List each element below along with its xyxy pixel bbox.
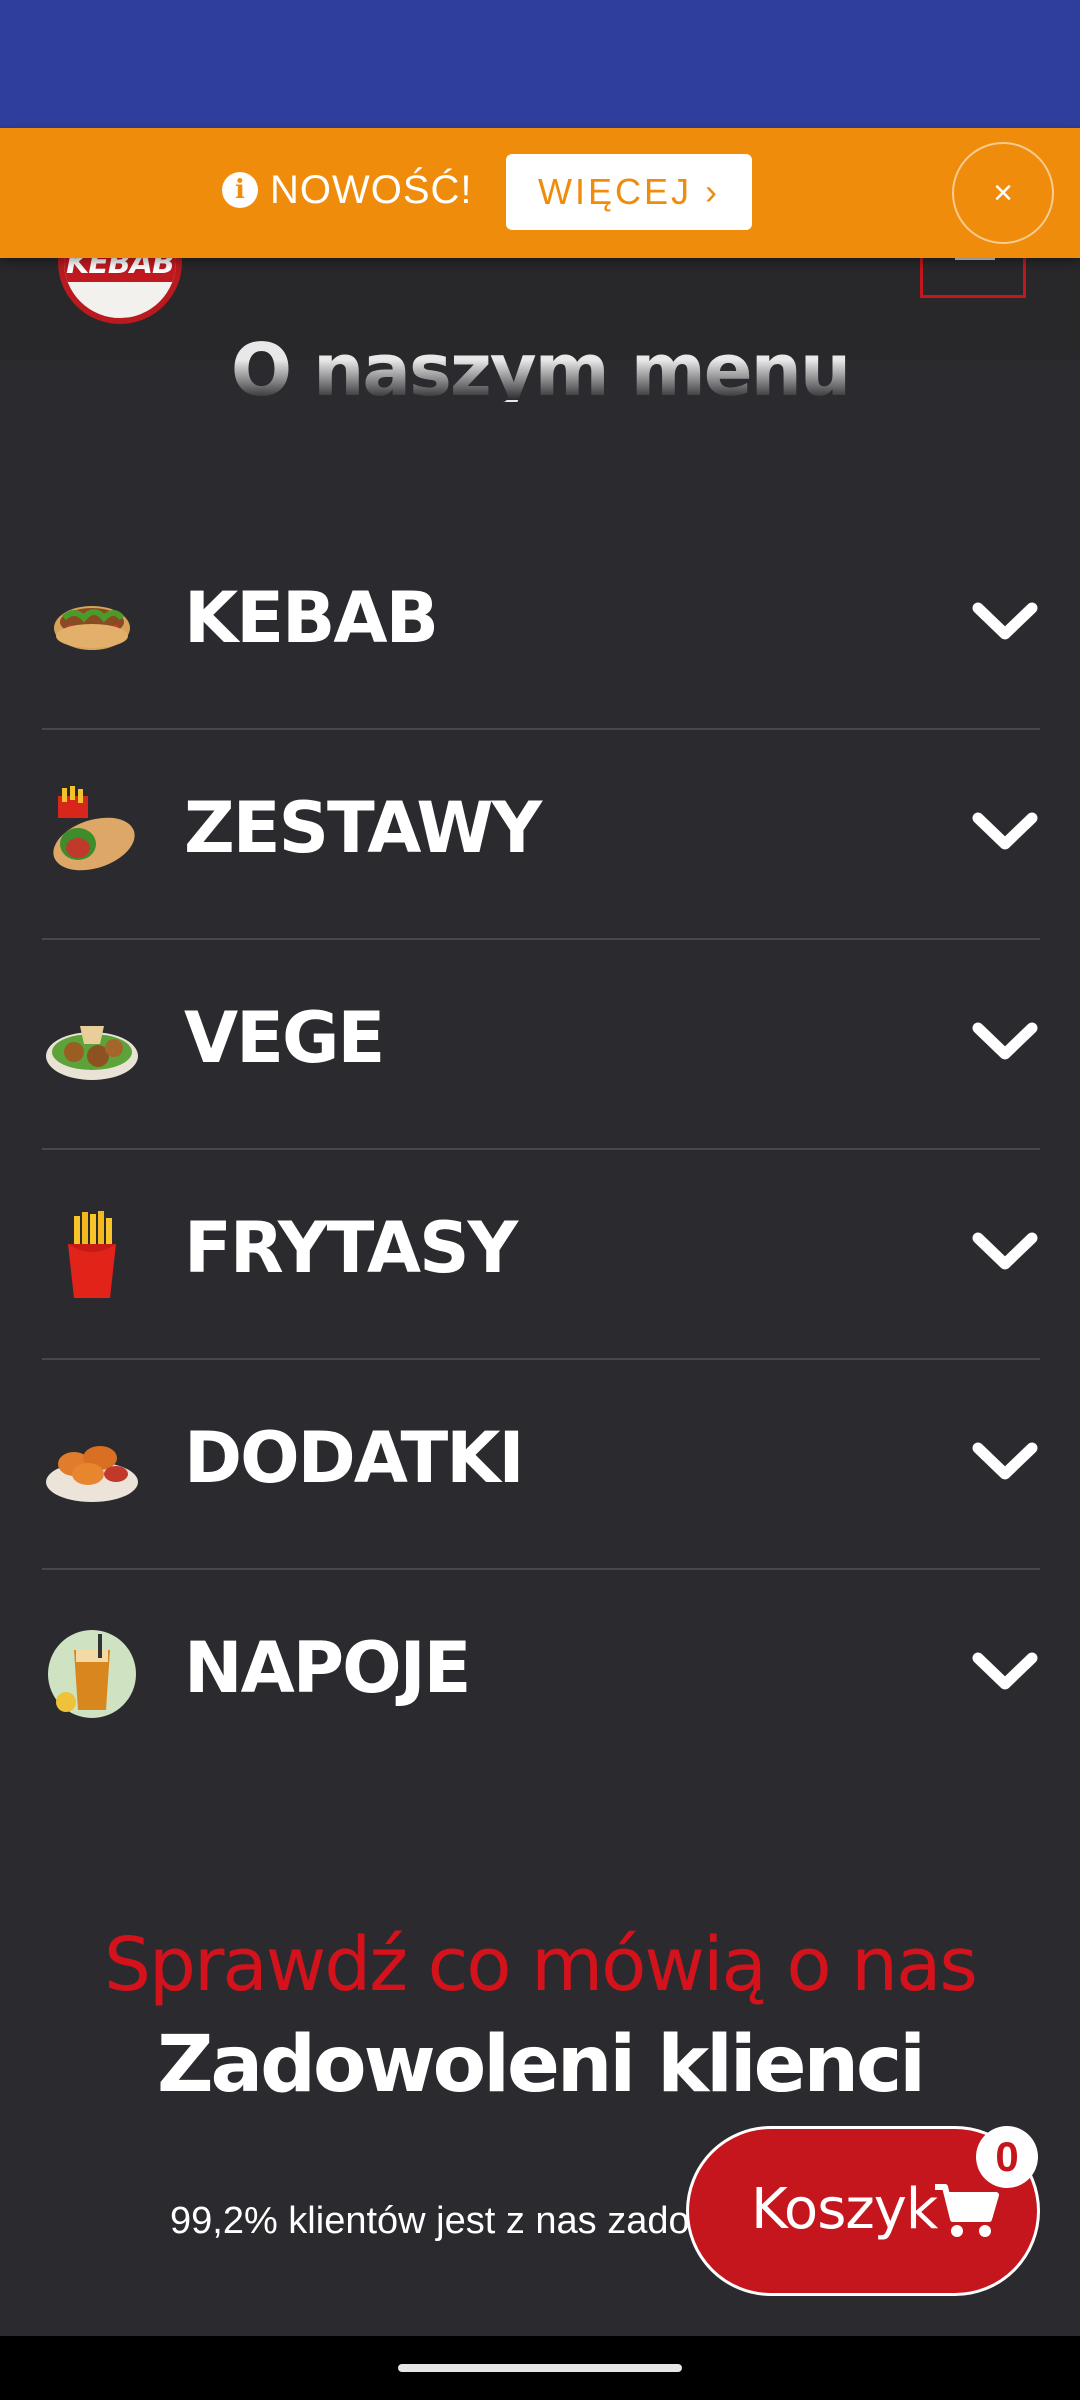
notice-text: NOWOŚĆ! bbox=[270, 168, 473, 212]
menu-category-zestawy[interactable]: ZESTAWY bbox=[42, 730, 1040, 940]
info-circle-icon: i bbox=[222, 172, 258, 208]
chevron-down-icon[interactable] bbox=[970, 1432, 1040, 1492]
wrap-set-icon bbox=[53, 786, 135, 871]
menu-category-frytasy[interactable]: FRYTASY bbox=[42, 1150, 1040, 1360]
cart-icon bbox=[935, 2184, 999, 2237]
menu-category-vege[interactable]: VEGE bbox=[42, 940, 1040, 1150]
chevron-down-icon[interactable] bbox=[970, 1012, 1040, 1072]
menu-category-label: KEBAB bbox=[184, 577, 439, 659]
home-indicator[interactable] bbox=[398, 2364, 682, 2372]
nuggets-icon bbox=[46, 1446, 138, 1502]
chevron-down-icon[interactable] bbox=[970, 802, 1040, 862]
menu-category-list: KEBAB ZESTAWY VEGE FRYTASY DODATKI NAPOJ… bbox=[42, 520, 1040, 1780]
more-button[interactable]: WIĘCEJ › bbox=[506, 154, 752, 230]
menu-category-label: ZESTAWY bbox=[184, 787, 542, 869]
cart-count-badge: 0 bbox=[976, 2126, 1038, 2188]
falafel-salad-icon bbox=[46, 1026, 138, 1080]
system-nav-bar bbox=[0, 2336, 1080, 2400]
chevron-down-icon[interactable] bbox=[970, 1642, 1040, 1702]
close-notice-button[interactable]: × bbox=[952, 142, 1054, 244]
testimonials-eyebrow: Sprawdź co mówią o nas bbox=[104, 1922, 978, 2008]
chevron-down-icon[interactable] bbox=[970, 1222, 1040, 1282]
testimonials-title: Zadowoleni klienci bbox=[156, 2020, 926, 2110]
menu-category-kebab[interactable]: KEBAB bbox=[42, 520, 1040, 730]
drink-icon bbox=[48, 1630, 136, 1718]
status-bar bbox=[0, 0, 1080, 128]
kebab-icon bbox=[54, 606, 130, 650]
menu-category-label: NAPOJE bbox=[184, 1627, 471, 1709]
cart-label: Koszyk bbox=[751, 2177, 938, 2242]
title-fade bbox=[0, 360, 1080, 400]
fries-icon bbox=[68, 1211, 116, 1298]
menu-category-label: VEGE bbox=[184, 997, 385, 1079]
menu-category-napoje[interactable]: NAPOJE bbox=[42, 1570, 1040, 1780]
menu-category-label: DODATKI bbox=[184, 1417, 524, 1499]
chevron-down-icon[interactable] bbox=[970, 592, 1040, 652]
menu-category-dodatki[interactable]: DODATKI bbox=[42, 1360, 1040, 1570]
menu-category-label: FRYTASY bbox=[184, 1207, 518, 1289]
